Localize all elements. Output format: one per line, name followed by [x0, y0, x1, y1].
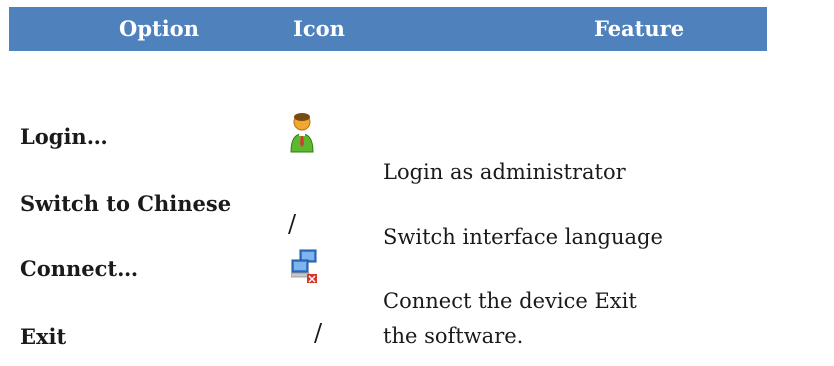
feature-exit: the software.: [383, 324, 524, 348]
header-icon: Icon: [293, 16, 345, 41]
clipped-top-text: [0, 0, 834, 4]
option-login: Login…: [20, 124, 108, 149]
feature-login: Login as administrator: [383, 160, 626, 184]
icon-none-slash: /: [288, 210, 297, 238]
header-option: Option: [119, 16, 199, 41]
feature-connect: Connect the device Exit: [383, 289, 637, 313]
option-connect: Connect…: [20, 256, 139, 281]
table-header: Option Icon Feature: [9, 7, 767, 51]
feature-switch-language: Switch interface language: [383, 225, 663, 249]
icon-none-slash: /: [314, 319, 323, 347]
user-icon: [290, 112, 314, 158]
network-computers-icon: [290, 248, 319, 288]
option-switch-chinese: Switch to Chinese: [20, 191, 232, 216]
header-feature: Feature: [593, 16, 685, 41]
option-exit: Exit: [20, 324, 67, 349]
